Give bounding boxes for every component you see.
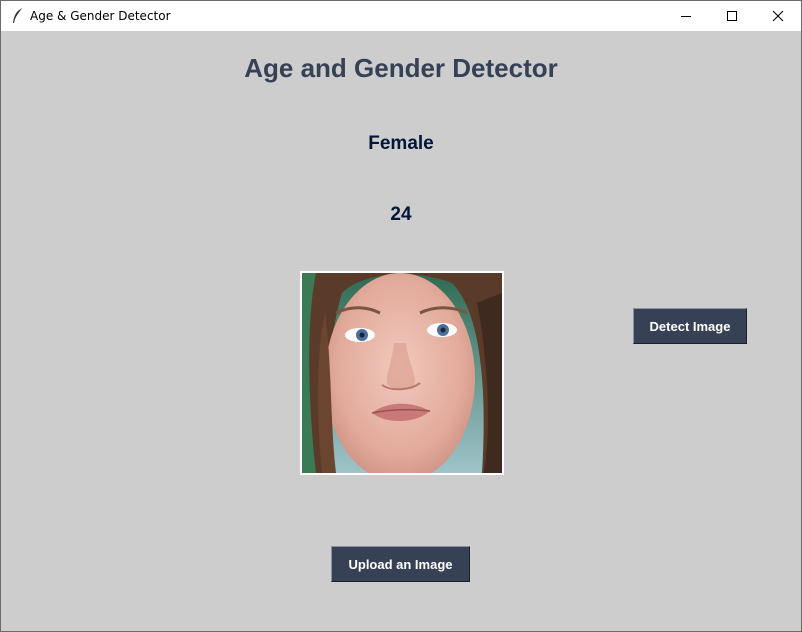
gender-result-label: Female <box>368 133 434 154</box>
minimize-button[interactable] <box>663 1 709 31</box>
minimize-icon <box>681 16 691 17</box>
maximize-icon <box>727 11 737 21</box>
window-title: Age & Gender Detector <box>30 9 171 23</box>
app-window: Age & Gender Detector Age and Gender Det… <box>0 0 802 632</box>
uploaded-face-photo <box>300 271 504 475</box>
title-bar[interactable]: Age & Gender Detector <box>1 1 801 31</box>
upload-image-button[interactable]: Upload an Image <box>331 546 470 582</box>
page-title: Age and Gender Detector <box>244 53 558 83</box>
detect-image-button[interactable]: Detect Image <box>633 308 747 344</box>
main-content: Age and Gender Detector Female 24 Detect… <box>1 31 801 631</box>
close-button[interactable] <box>755 1 801 31</box>
feather-icon <box>11 7 25 25</box>
maximize-button[interactable] <box>709 1 755 31</box>
age-result-label: 24 <box>390 204 412 225</box>
close-icon <box>772 10 784 22</box>
